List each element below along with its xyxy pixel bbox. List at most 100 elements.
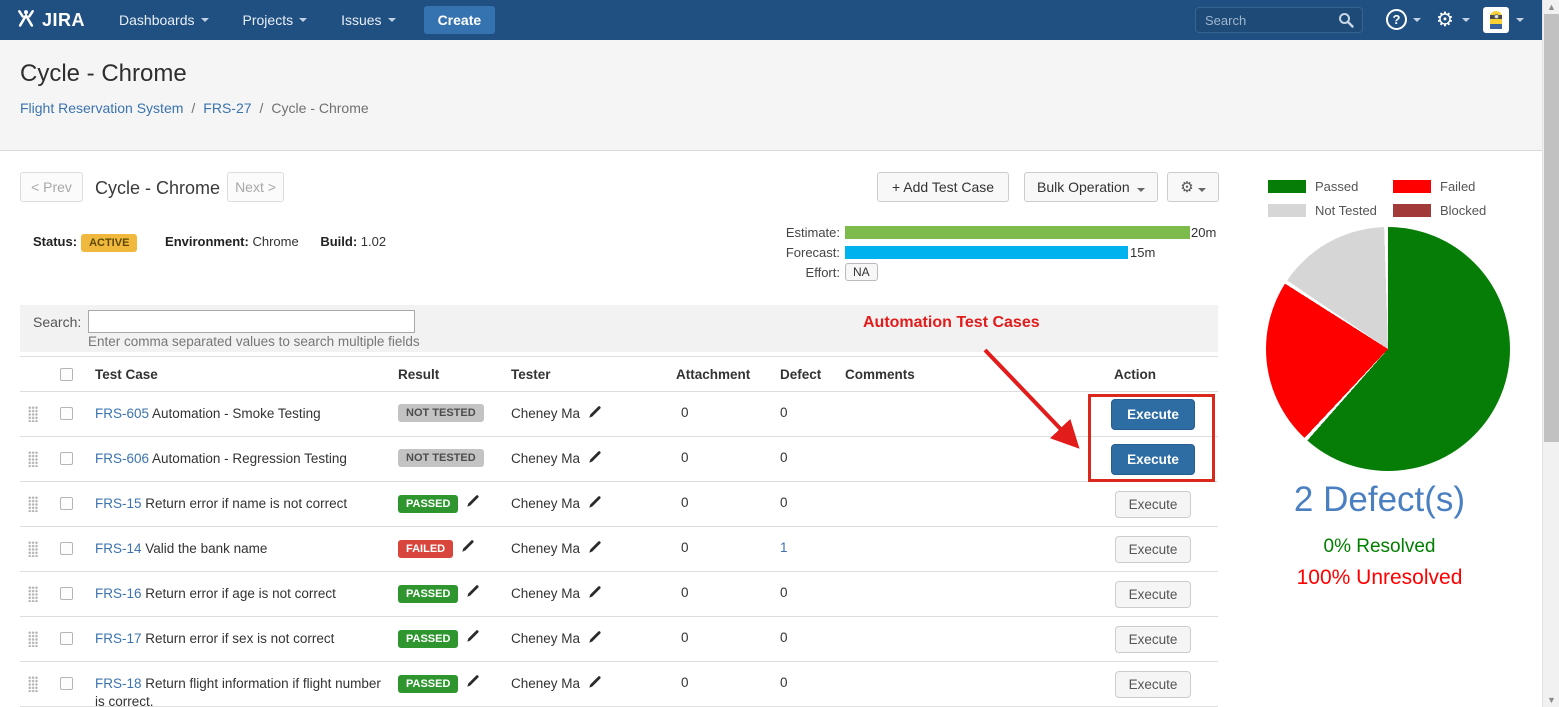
- tester-cell: Cheney Ma: [511, 495, 602, 512]
- create-button[interactable]: Create: [424, 6, 496, 34]
- test-case-name: Return error if age is not correct: [145, 586, 336, 601]
- tester-cell: Cheney Ma: [511, 630, 602, 647]
- edit-tester-icon[interactable]: [588, 450, 602, 467]
- execute-button[interactable]: Execute: [1115, 671, 1192, 698]
- nav-dashboards[interactable]: Dashboards: [119, 12, 209, 28]
- jira-page: JIRA Dashboards Projects Issues Create ?…: [0, 0, 1559, 707]
- row-checkbox[interactable]: [60, 497, 73, 510]
- edit-result-icon[interactable]: [466, 494, 480, 511]
- test-case-link[interactable]: FRS-606: [95, 451, 149, 466]
- edit-result-icon[interactable]: [466, 629, 480, 646]
- test-case-link[interactable]: FRS-605: [95, 406, 149, 421]
- add-test-case-button[interactable]: + Add Test Case: [877, 172, 1009, 202]
- drag-handle-icon[interactable]: [28, 451, 38, 467]
- drag-handle-icon[interactable]: [28, 586, 38, 602]
- scroll-down-icon[interactable]: ▼: [1543, 693, 1559, 707]
- drag-handle-icon[interactable]: [28, 631, 38, 647]
- row-checkbox[interactable]: [60, 587, 73, 600]
- nav-issues-label: Issues: [341, 12, 381, 28]
- status-badge: ACTIVE: [81, 234, 137, 252]
- execute-button[interactable]: Execute: [1111, 444, 1195, 475]
- drag-handle-icon[interactable]: [28, 541, 38, 557]
- next-cycle-button[interactable]: Next >: [227, 172, 284, 202]
- col-attachment: Attachment: [676, 367, 750, 382]
- execute-button[interactable]: Execute: [1115, 491, 1192, 518]
- avatar-image: [1490, 11, 1502, 29]
- execute-button[interactable]: Execute: [1115, 626, 1192, 653]
- search-hint: Enter comma separated values to search m…: [88, 334, 420, 349]
- edit-tester-icon[interactable]: [588, 495, 602, 512]
- prev-cycle-button[interactable]: < Prev: [20, 172, 83, 202]
- row-checkbox[interactable]: [60, 677, 73, 690]
- defect-count-cell: 0: [780, 495, 820, 510]
- action-cell: Execute: [1088, 662, 1218, 707]
- row-checkbox[interactable]: [60, 407, 73, 420]
- nav-projects[interactable]: Projects: [243, 12, 308, 28]
- defect-count-cell: 0: [780, 585, 820, 600]
- execute-button[interactable]: Execute: [1115, 581, 1192, 608]
- drag-handle-icon[interactable]: [28, 406, 38, 422]
- drag-handle-icon[interactable]: [28, 676, 38, 692]
- attachment-count: 0: [681, 630, 721, 645]
- vertical-scrollbar[interactable]: ▲ ▼: [1542, 0, 1559, 707]
- execute-button[interactable]: Execute: [1115, 536, 1192, 563]
- col-test-case: Test Case: [95, 367, 158, 382]
- test-case-link[interactable]: FRS-14: [95, 541, 142, 556]
- forecast-label: Forecast:: [740, 245, 840, 260]
- bulk-operation-button[interactable]: Bulk Operation: [1024, 172, 1158, 202]
- edit-tester-icon[interactable]: [588, 630, 602, 647]
- help-icon[interactable]: ?: [1386, 9, 1407, 30]
- search-panel: Search: Enter comma separated values to …: [20, 305, 1218, 352]
- jira-brand-label: JIRA: [42, 10, 85, 31]
- nav-issues[interactable]: Issues: [341, 12, 395, 28]
- test-case-link[interactable]: FRS-15: [95, 496, 142, 511]
- tester-name: Cheney Ma: [511, 496, 580, 511]
- test-case-link[interactable]: FRS-18: [95, 676, 142, 691]
- chevron-down-icon: [201, 18, 209, 22]
- edit-result-icon[interactable]: [466, 674, 480, 691]
- result-cell: PASSED: [398, 629, 480, 646]
- test-case-link[interactable]: FRS-16: [95, 586, 142, 601]
- scroll-up-icon[interactable]: ▲: [1543, 0, 1559, 14]
- row-checkbox[interactable]: [60, 632, 73, 645]
- jira-brand[interactable]: JIRA: [16, 8, 85, 33]
- chevron-down-icon[interactable]: [1462, 18, 1470, 22]
- table-row: FRS-15 Return error if name is not corre…: [20, 482, 1218, 527]
- search-input[interactable]: [88, 310, 415, 333]
- action-cell: Execute: [1088, 482, 1218, 527]
- tester-cell: Cheney Ma: [511, 675, 602, 692]
- test-case-link[interactable]: FRS-17: [95, 631, 142, 646]
- chevron-down-icon[interactable]: [1516, 18, 1524, 22]
- test-case-name: Automation - Regression Testing: [152, 451, 347, 466]
- result-badge: NOT TESTED: [398, 449, 484, 467]
- user-avatar[interactable]: [1483, 7, 1509, 33]
- legend-label: Failed: [1440, 179, 1502, 194]
- search-icon[interactable]: [1338, 12, 1354, 28]
- edit-result-icon[interactable]: [466, 584, 480, 601]
- action-cell: Execute: [1088, 527, 1218, 572]
- admin-gear-icon[interactable]: ⚙: [1436, 7, 1454, 33]
- drag-handle-icon[interactable]: [28, 496, 38, 512]
- chevron-down-icon[interactable]: [1413, 18, 1421, 22]
- environment-value: Chrome: [252, 234, 298, 249]
- execute-button[interactable]: Execute: [1111, 399, 1195, 430]
- row-checkbox[interactable]: [60, 542, 73, 555]
- cycle-settings-button[interactable]: ⚙: [1167, 172, 1219, 202]
- breadcrumb-project-link[interactable]: Flight Reservation System: [20, 100, 183, 116]
- edit-tester-icon[interactable]: [588, 675, 602, 692]
- row-checkbox[interactable]: [60, 452, 73, 465]
- table-row: FRS-14 Valid the bank name FAILED Cheney…: [20, 527, 1218, 572]
- scrollbar-thumb[interactable]: [1544, 14, 1559, 442]
- breadcrumb-issue-link[interactable]: FRS-27: [203, 100, 251, 116]
- legend-swatch: [1393, 180, 1431, 193]
- edit-tester-icon[interactable]: [588, 405, 602, 422]
- pie-legend: PassedFailedNot TestedBlocked: [1262, 179, 1502, 218]
- legend-item: Failed: [1387, 179, 1502, 194]
- edit-result-icon[interactable]: [461, 539, 475, 556]
- select-all-checkbox[interactable]: [60, 368, 73, 381]
- edit-tester-icon[interactable]: [588, 540, 602, 557]
- annotation-text: Automation Test Cases: [863, 314, 1040, 332]
- edit-tester-icon[interactable]: [588, 585, 602, 602]
- defect-count-cell[interactable]: 1: [780, 540, 820, 555]
- attachment-count: 0: [681, 675, 721, 690]
